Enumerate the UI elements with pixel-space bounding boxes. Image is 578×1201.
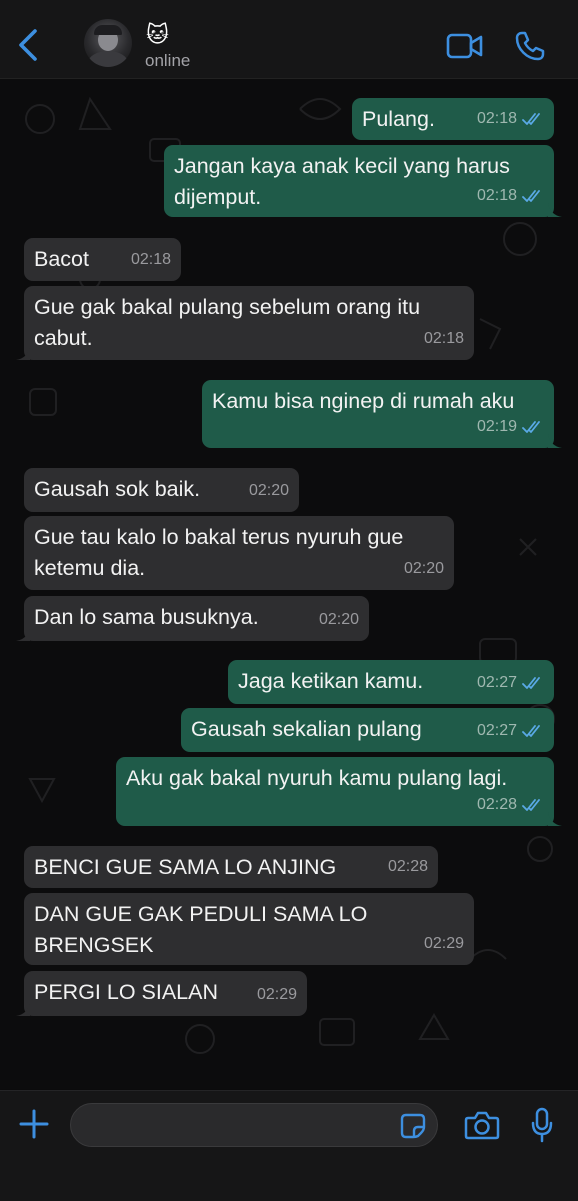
sticker-icon[interactable]: [400, 1113, 426, 1139]
outgoing-message[interactable]: Pulang. 02:18: [352, 98, 554, 140]
read-receipt-icon: [522, 189, 540, 202]
message-time: 02:20: [248, 482, 289, 499]
message-text: Pulang.: [362, 107, 435, 131]
message-time: 02:29: [423, 935, 464, 952]
message-time: 02:28: [387, 858, 428, 875]
outgoing-message[interactable]: Gausah sekalian pulang 02:27: [181, 708, 554, 752]
contact-status: online: [145, 51, 191, 70]
message-text: Gausah sekalian pulang: [191, 717, 422, 741]
read-receipt-icon: [522, 724, 540, 737]
incoming-message[interactable]: PERGI LO SIALAN 02:29: [16, 971, 307, 1016]
message-meta: 02:29: [424, 928, 464, 959]
message-meta: 02:18: [477, 103, 544, 134]
message-text: Kamu bisa nginep di rumah aku: [212, 389, 515, 413]
back-chevron-icon[interactable]: [14, 28, 44, 62]
outgoing-message[interactable]: Jaga ketikan kamu. 02:27: [228, 660, 554, 704]
message-time: 02:28: [476, 796, 517, 813]
bubble-tail: [16, 346, 30, 360]
message-time: 02:19: [476, 418, 517, 435]
message-time: 02:20: [318, 611, 359, 628]
message-time: 02:18: [476, 110, 517, 127]
bubble-tail: [548, 812, 562, 826]
outgoing-message[interactable]: Kamu bisa nginep di rumah aku 02:19: [202, 380, 562, 448]
message-time: 02:18: [476, 187, 517, 204]
message-text: Gausah sok baik.: [34, 477, 201, 501]
message-time: 02:29: [256, 986, 297, 1003]
message-meta: 02:29: [257, 979, 297, 1010]
message-meta: 02:27: [477, 667, 544, 698]
incoming-message[interactable]: Dan lo sama busuknya. 02:20: [16, 596, 369, 641]
message-time: 02:20: [403, 560, 444, 577]
microphone-icon[interactable]: [530, 1107, 554, 1143]
plus-icon[interactable]: [18, 1108, 50, 1140]
message-meta: 02:18: [477, 180, 544, 211]
message-meta: 02:28: [477, 789, 544, 820]
message-text: Dan lo sama busuknya.: [34, 605, 259, 629]
message-text: Jaga ketikan kamu.: [238, 669, 424, 693]
outgoing-message[interactable]: Aku gak bakal nyuruh kamu pulang lagi. 02…: [116, 757, 562, 826]
read-receipt-icon: [522, 676, 540, 689]
message-text: Jangan kaya anak kecil yang harus dijemp…: [174, 154, 510, 209]
contact-name[interactable]: 🐱: [146, 22, 169, 48]
phone-icon[interactable]: [514, 30, 546, 62]
message-text: PERGI LO SIALAN: [34, 980, 219, 1004]
message-text: BENCI GUE SAMA LO ANJING: [34, 855, 337, 879]
message-meta: 02:20: [404, 553, 444, 584]
message-meta: 02:18: [131, 244, 171, 275]
message-text: Gue tau kalo lo bakal terus nyuruh gue k…: [34, 525, 404, 580]
incoming-message[interactable]: Gausah sok baik. 02:20: [24, 468, 299, 512]
message-meta: 02:18: [424, 323, 464, 354]
message-meta: 02:27: [477, 715, 544, 746]
incoming-message[interactable]: Gue gak bakal pulang sebelum orang itu c…: [16, 286, 474, 360]
incoming-message[interactable]: BENCI GUE SAMA LO ANJING 02:28: [24, 846, 438, 888]
message-meta: 02:19: [477, 411, 544, 442]
message-time: 02:18: [423, 330, 464, 347]
message-input[interactable]: [70, 1103, 438, 1147]
incoming-message[interactable]: Gue tau kalo lo bakal terus nyuruh gue k…: [24, 516, 454, 590]
read-receipt-icon: [522, 798, 540, 811]
outgoing-message[interactable]: Jangan kaya anak kecil yang harus dijemp…: [164, 145, 562, 217]
incoming-message[interactable]: DAN GUE GAK PEDULI SAMA LO BRENGSEK 02:29: [24, 893, 474, 965]
message-text: DAN GUE GAK PEDULI SAMA LO BRENGSEK: [34, 902, 368, 957]
message-time: 02:27: [476, 674, 517, 691]
message-text: Bacot: [34, 247, 89, 271]
chat-header: 🐱 online: [0, 0, 578, 79]
bubble-tail: [548, 203, 562, 217]
bubble-tail: [548, 434, 562, 448]
message-text: Aku gak bakal nyuruh kamu pulang lagi.: [126, 766, 508, 790]
message-text: Gue gak bakal pulang sebelum orang itu c…: [34, 295, 421, 350]
camera-icon[interactable]: [464, 1109, 500, 1141]
read-receipt-icon: [522, 112, 540, 125]
bubble-tail: [16, 1002, 30, 1016]
contact-avatar[interactable]: [84, 19, 132, 67]
video-call-icon[interactable]: [446, 32, 484, 60]
composer-bar: [0, 1090, 578, 1201]
read-receipt-icon: [522, 420, 540, 433]
message-list[interactable]: Pulang. 02:18 Jangan kaya anak kecil yang …: [0, 79, 578, 1089]
bubble-tail: [16, 627, 30, 641]
incoming-message[interactable]: Bacot 02:18: [24, 238, 181, 281]
message-meta: 02:20: [319, 604, 359, 635]
message-meta: 02:20: [249, 475, 289, 506]
message-time: 02:27: [476, 722, 517, 739]
message-time: 02:18: [130, 251, 171, 268]
message-meta: 02:28: [388, 851, 428, 882]
